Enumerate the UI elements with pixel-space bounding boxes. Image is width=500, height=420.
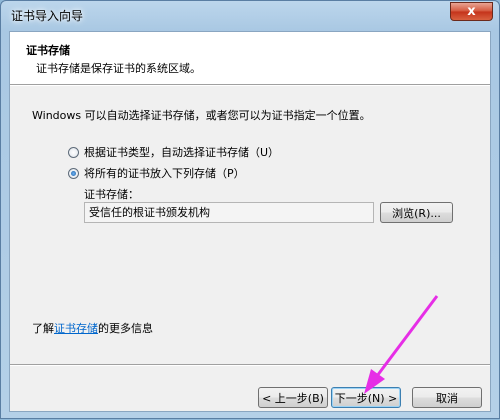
radio-place-in-store[interactable]: 将所有的证书放入下列存储（P） (68, 165, 245, 181)
store-label: 证书存储： (84, 188, 139, 201)
more-info-text: 了解证书存储的更多信息 (32, 320, 153, 336)
page-header: 证书存储 证书存储是保存证书的系统区域。 (10, 32, 490, 85)
more-info-suffix: 的更多信息 (98, 322, 153, 335)
page-subtitle: 证书存储是保存证书的系统区域。 (36, 62, 201, 75)
intro-text: Windows 可以自动选择证书存储，或者您可以为证书指定一个位置。 (32, 109, 371, 122)
close-button[interactable]: x (450, 2, 493, 21)
page-title: 证书存储 (26, 44, 70, 57)
header-divider (10, 85, 490, 86)
wizard-page: 证书存储 证书存储是保存证书的系统区域。 Windows 可以自动选择证书存储，… (9, 31, 491, 412)
certificate-store-link[interactable]: 证书存储 (54, 322, 98, 335)
wizard-window: 证书导入向导 x 证书存储 证书存储是保存证书的系统区域。 Windows 可以… (0, 0, 500, 419)
radio-circle-auto[interactable] (68, 146, 79, 158)
radio-manual-label: 将所有的证书放入下列存储（P） (84, 167, 245, 180)
browse-button[interactable]: 浏览(R)... (380, 202, 453, 223)
radio-auto-label: 根据证书类型，自动选择证书存储（U） (84, 146, 280, 159)
next-button[interactable]: 下一步(N) > (331, 387, 401, 408)
radio-circle-manual[interactable] (68, 167, 79, 179)
certificate-store-field[interactable]: 受信任的根证书颁发机构 (84, 202, 374, 223)
close-icon: x (467, 4, 476, 19)
back-button[interactable]: < 上一步(B) (258, 387, 328, 408)
radio-auto-select-store[interactable]: 根据证书类型，自动选择证书存储（U） (68, 144, 279, 160)
more-info-prefix: 了解 (32, 322, 54, 335)
window-title: 证书导入向导 (11, 9, 84, 23)
title-bar[interactable]: 证书导入向导 x (1, 1, 499, 29)
cancel-button[interactable]: 取消 (412, 387, 482, 408)
footer-divider (10, 364, 490, 366)
